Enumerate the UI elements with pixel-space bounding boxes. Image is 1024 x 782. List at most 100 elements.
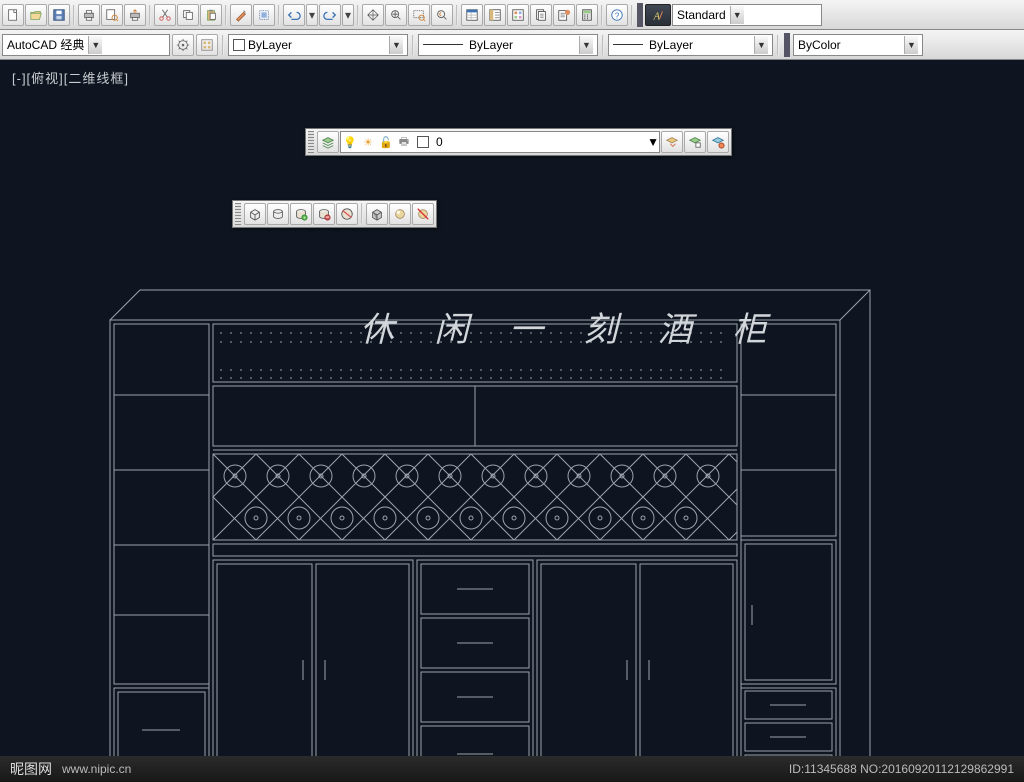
color-swatch [233,39,245,51]
print-preview-icon[interactable] [101,4,123,26]
paste-icon[interactable] [200,4,222,26]
svg-text:?: ? [615,11,620,20]
panel-divider [784,33,790,57]
workspace-value: AutoCAD 经典 [7,36,84,53]
toolbar-grip[interactable] [235,203,241,225]
publish-icon[interactable] [124,4,146,26]
redo-dropdown[interactable]: ▾ [342,4,354,26]
lineweight-combo[interactable]: ByLayer ▼ [608,34,773,56]
redo-icon[interactable] [319,4,341,26]
layer-isolate-icon[interactable] [707,131,729,153]
lineweight-preview [613,44,643,45]
vs-conceptual-icon[interactable] [336,203,358,225]
open-icon[interactable] [25,4,47,26]
separator [602,35,604,55]
vs-hidden-icon[interactable]: + [290,203,312,225]
undo-icon[interactable] [283,4,305,26]
chevron-down-icon: ▼ [730,6,744,24]
lock-open-icon: 🔓 [377,133,395,151]
sun-icon: ☀ [359,133,377,151]
pan-icon[interactable] [362,4,384,26]
help-icon[interactable]: ? [606,4,628,26]
image-meta: ID:11345688 NO:20160920112129862991 [789,762,1014,776]
text-style-combo[interactable]: Standard ▼ [672,4,822,26]
calculator-icon[interactable] [576,4,598,26]
cabinet-title-text: 休 闲 一 刻 酒 柜 [360,302,783,351]
layer-toolbar: 💡 ☀ 🔓 🖶 0 ▼ [305,128,732,156]
separator [222,35,224,55]
drawing-canvas[interactable]: [-][俯视][二维线框] 💡 ☀ 🔓 🖶 0 ▼ + [0,60,1024,782]
sheet-set-icon[interactable] [530,4,552,26]
toolbar-grip[interactable] [308,131,314,153]
separator [412,35,414,55]
viewport-label[interactable]: [-][俯视][二维线框] [12,68,129,87]
properties-toolbar: AutoCAD 经典 ▼ ByLayer ▼ ByLayer ▼ ByLayer… [0,30,1024,60]
brand-url: www.nipic.cn [62,762,131,776]
copy-icon[interactable] [177,4,199,26]
color-value: ByLayer [248,38,292,52]
svg-text:+: + [303,215,306,220]
separator [456,5,458,25]
print-icon[interactable] [78,4,100,26]
vs-shaded-edges-icon[interactable] [389,203,411,225]
zoom-window-icon[interactable] [408,4,430,26]
svg-text:A: A [653,11,661,22]
vs-2d-wireframe-icon[interactable] [244,203,266,225]
brand-text: 昵图网 [10,759,52,779]
color-combo[interactable]: ByLayer ▼ [228,34,408,56]
linetype-preview [423,44,463,45]
separator [278,5,280,25]
separator [357,5,359,25]
linetype-combo[interactable]: ByLayer ▼ [418,34,598,56]
visual-styles-toolbar: + [232,200,437,228]
tool-palettes-icon[interactable] [507,4,529,26]
vs-3d-wireframe-icon[interactable] [267,203,289,225]
workspace-lock-icon[interactable] [196,34,218,56]
layer-state-icon[interactable] [684,131,706,153]
separator [777,35,779,55]
separator [361,203,363,223]
block-editor-icon[interactable] [253,4,275,26]
design-center-icon[interactable] [484,4,506,26]
save-icon[interactable] [48,4,70,26]
new-icon[interactable] [2,4,24,26]
zoom-previous-icon[interactable] [431,4,453,26]
undo-dropdown[interactable]: ▾ [306,4,318,26]
layer-color-swatch [417,136,429,148]
separator [225,5,227,25]
plotstyle-value: ByColor [798,38,841,52]
text-style-value: Standard [677,8,726,22]
lineweight-value: ByLayer [649,38,693,52]
plotstyle-combo[interactable]: ByColor ▼ [793,34,923,56]
text-style-icon[interactable]: A [645,4,671,26]
layer-combo[interactable]: 💡 ☀ 🔓 🖶 0 ▼ [340,131,660,153]
match-props-icon[interactable] [230,4,252,26]
bulb-on-icon: 💡 [341,133,359,151]
vs-realistic-icon[interactable] [313,203,335,225]
properties-icon[interactable] [461,4,483,26]
standard-toolbar: ▾ ▾ ? A Standard ▼ [0,0,1024,30]
plot-icon: 🖶 [395,133,413,151]
separator [149,5,151,25]
separator [73,5,75,25]
watermark-footer: 昵图网 www.nipic.cn ID:11345688 NO:20160920… [0,756,1024,782]
chevron-down-icon: ▼ [754,36,768,54]
chevron-down-icon: ▼ [647,135,659,149]
markup-icon[interactable] [553,4,575,26]
zoom-realtime-icon[interactable] [385,4,407,26]
vs-manage-icon[interactable] [412,203,434,225]
workspace-settings-icon[interactable] [172,34,194,56]
layer-previous-icon[interactable] [661,131,683,153]
separator [601,5,603,25]
layer-name: 0 [436,135,443,149]
vs-shaded-icon[interactable] [366,203,388,225]
chevron-down-icon: ▼ [904,36,918,54]
separator [631,5,633,25]
chevron-down-icon: ▼ [389,36,403,54]
workspace-combo[interactable]: AutoCAD 经典 ▼ [2,34,170,56]
chevron-down-icon: ▼ [88,36,102,54]
cut-icon[interactable] [154,4,176,26]
linetype-value: ByLayer [469,38,513,52]
panel-divider [637,3,643,27]
layer-manager-icon[interactable] [317,131,339,153]
